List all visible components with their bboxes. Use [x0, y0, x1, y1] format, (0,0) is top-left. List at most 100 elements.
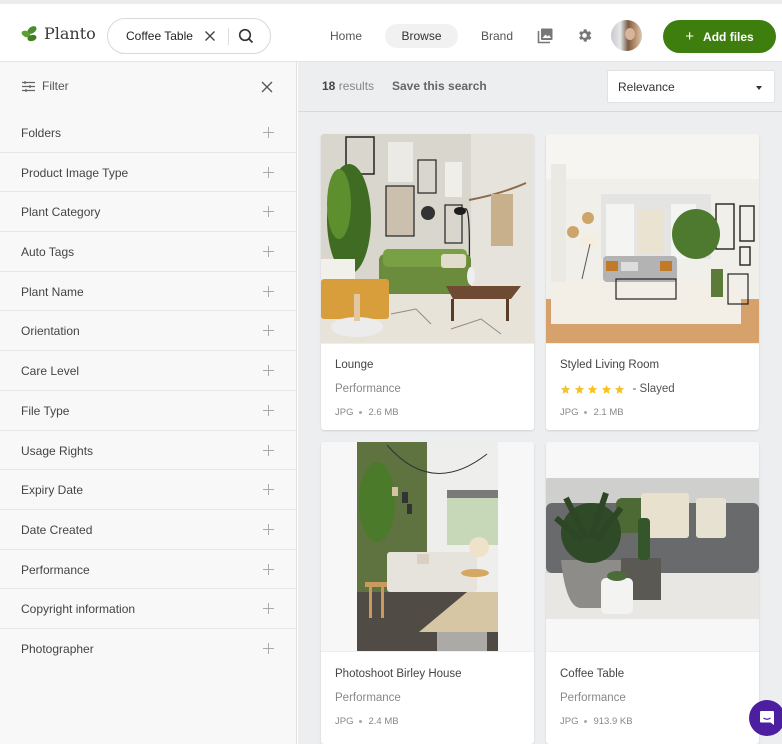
asset-format: JPG — [335, 407, 354, 418]
facet-performance[interactable]: Performance — [0, 550, 296, 590]
styled-living-room-image — [546, 134, 759, 343]
add-files-label: Add files — [703, 29, 754, 44]
user-avatar[interactable] — [611, 20, 642, 51]
expand-plus-icon[interactable] — [263, 285, 274, 297]
asset-meta: JPG 913.9 KB — [560, 716, 633, 727]
filter-title: Filter — [42, 79, 69, 93]
facet-copyright-information[interactable]: Copyright information — [0, 589, 296, 629]
expand-plus-icon[interactable] — [263, 365, 274, 377]
facet-label: Photographer — [21, 641, 94, 656]
facet-file-type[interactable]: File Type — [0, 391, 296, 431]
expand-plus-icon[interactable] — [263, 642, 274, 654]
asset-thumbnail[interactable] — [546, 442, 759, 652]
filter-facet-list: Folders Product Image Type Plant Categor… — [0, 113, 296, 669]
expand-plus-icon[interactable] — [263, 444, 274, 456]
facet-plant-name[interactable]: Plant Name — [0, 272, 296, 312]
clear-search-icon[interactable] — [202, 28, 218, 44]
photoshoot-birley-house-image — [321, 442, 534, 651]
expand-plus-icon[interactable] — [263, 127, 274, 138]
expand-plus-icon[interactable] — [263, 166, 274, 178]
expand-plus-icon[interactable] — [263, 603, 274, 615]
coffee-table-image — [546, 442, 759, 651]
expand-plus-icon[interactable] — [263, 325, 274, 337]
star-icon — [587, 384, 598, 394]
nav-browse[interactable]: Browse — [385, 24, 458, 48]
asset-rating: - Slayed — [560, 383, 675, 395]
nav-brand[interactable]: Brand — [474, 24, 520, 48]
results-count-suffix: results — [338, 79, 375, 93]
chat-launcher-button[interactable] — [749, 700, 782, 736]
asset-title[interactable]: Coffee Table — [560, 668, 624, 680]
asset-format: JPG — [560, 716, 579, 727]
asset-meta: JPG 2.6 MB — [335, 407, 399, 418]
facet-orientation[interactable]: Orientation — [0, 311, 296, 352]
expand-plus-icon[interactable] — [263, 523, 274, 535]
nav-home[interactable]: Home — [322, 24, 370, 48]
search-icon[interactable] — [237, 27, 255, 45]
results-count-number: 18 — [322, 79, 336, 93]
asset-meta: JPG 2.4 MB — [335, 716, 399, 727]
asset-title[interactable]: Photoshoot Birley House — [335, 668, 462, 680]
facet-plant-category[interactable]: Plant Category — [0, 192, 296, 233]
gallery-icon[interactable] — [537, 27, 554, 44]
asset-meta: JPG 2.1 MB — [560, 407, 624, 418]
facet-photographer[interactable]: Photographer — [0, 629, 296, 669]
asset-format: JPG — [335, 716, 354, 727]
facet-label: Expiry Date — [21, 483, 84, 498]
chat-icon — [760, 711, 774, 725]
asset-card[interactable]: Styled Living Room - Slayed JPG 2.1 MB — [546, 134, 759, 430]
asset-subtitle: Performance — [335, 692, 401, 704]
facet-label: Plant Name — [21, 284, 84, 299]
search-box[interactable]: Coffee Table — [107, 18, 271, 54]
asset-title[interactable]: Lounge — [335, 359, 373, 371]
brand-name: Planto — [44, 24, 96, 43]
asset-thumbnail[interactable] — [546, 134, 759, 344]
facet-product-image-type[interactable]: Product Image Type — [0, 153, 296, 193]
expand-plus-icon[interactable] — [263, 206, 274, 218]
asset-card[interactable]: Coffee Table Performance JPG 913.9 KB — [546, 442, 759, 744]
asset-title[interactable]: Styled Living Room — [560, 359, 659, 371]
facet-label: Care Level — [21, 364, 80, 379]
facet-label: Performance — [21, 562, 90, 577]
sort-select[interactable]: Relevance — [607, 70, 775, 103]
asset-card[interactable]: Lounge Performance JPG 2.6 MB — [321, 134, 534, 430]
asset-thumbnail[interactable] — [321, 134, 534, 344]
star-icon — [560, 384, 571, 394]
expand-plus-icon[interactable] — [263, 404, 274, 416]
results-count: 18 results — [322, 79, 374, 93]
filter-header: Filter — [22, 79, 69, 93]
facet-usage-rights[interactable]: Usage Rights — [0, 431, 296, 471]
facet-care-level[interactable]: Care Level — [0, 351, 296, 391]
rating-label: - Slayed — [632, 383, 675, 395]
expand-plus-icon[interactable] — [263, 246, 274, 258]
asset-format: JPG — [560, 407, 579, 418]
facet-label: Date Created — [21, 522, 93, 537]
expand-plus-icon[interactable] — [263, 484, 274, 496]
facet-label: Product Image Type — [21, 165, 129, 180]
facet-folders[interactable]: Folders — [0, 113, 296, 153]
asset-size: 2.4 MB — [368, 716, 399, 727]
filter-sliders-icon — [22, 80, 35, 92]
add-files-button[interactable]: + Add files — [663, 20, 776, 53]
facet-label: Usage Rights — [21, 443, 94, 458]
expand-plus-icon[interactable] — [263, 563, 274, 575]
facet-expiry-date[interactable]: Expiry Date — [0, 470, 296, 510]
save-search-link[interactable]: Save this search — [392, 79, 487, 93]
brand-logo[interactable]: Planto — [21, 24, 96, 43]
search-input[interactable]: Coffee Table — [126, 29, 193, 43]
asset-size: 2.1 MB — [593, 407, 624, 418]
facet-label: Orientation — [21, 324, 80, 339]
facet-label: Copyright information — [21, 602, 136, 617]
asset-thumbnail[interactable] — [321, 442, 534, 652]
facet-auto-tags[interactable]: Auto Tags — [0, 232, 296, 272]
filter-sidebar: Filter Folders Product Image Type Plant … — [0, 62, 297, 744]
sort-selected-value: Relevance — [618, 80, 675, 94]
caret-down-icon — [756, 86, 762, 90]
facet-date-created[interactable]: Date Created — [0, 510, 296, 550]
asset-size: 2.6 MB — [368, 407, 399, 418]
gear-icon[interactable] — [576, 27, 593, 44]
separator-dot — [584, 719, 588, 723]
asset-card[interactable]: Photoshoot Birley House Performance JPG 2… — [321, 442, 534, 744]
facet-label: Folders — [21, 126, 62, 140]
close-filter-icon[interactable] — [261, 81, 273, 93]
